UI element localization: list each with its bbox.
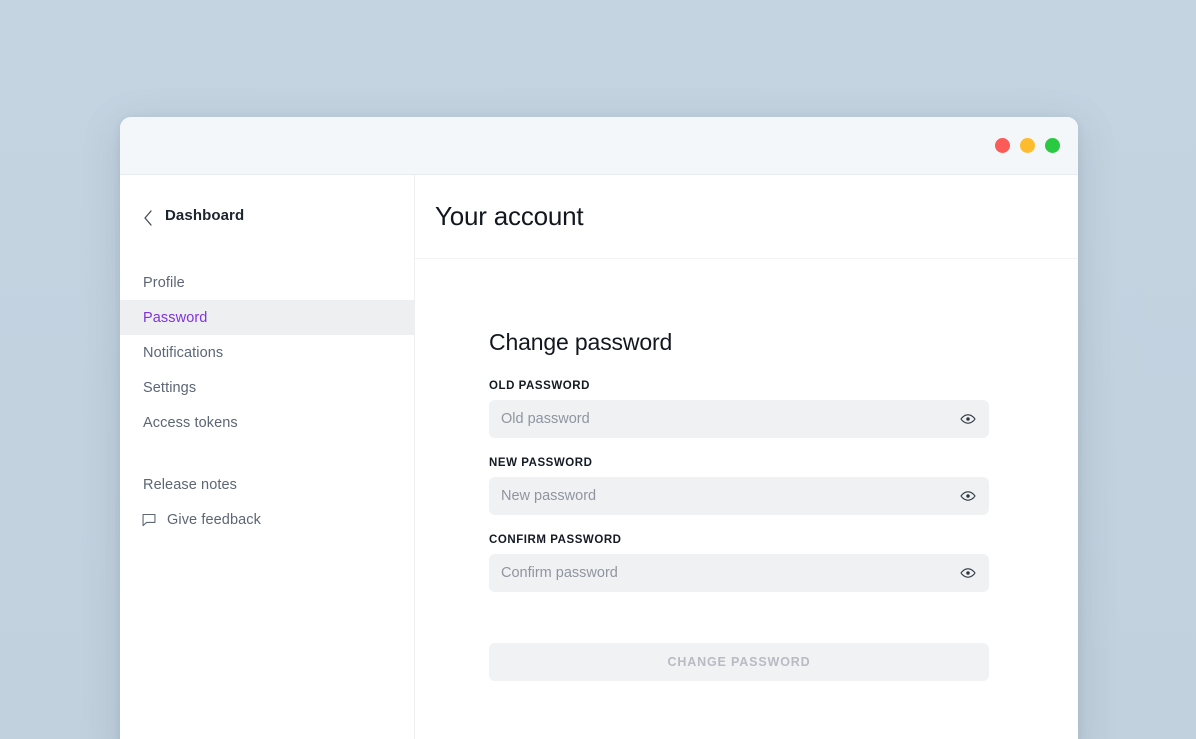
window-titlebar	[120, 117, 1078, 175]
back-to-dashboard-link[interactable]: Dashboard	[120, 201, 414, 229]
new-password-eye-icon[interactable]	[958, 486, 978, 506]
form-title: Change password	[489, 329, 989, 356]
change-password-form: Change password OLD PASSWORD	[489, 329, 989, 681]
speech-bubble-icon	[142, 513, 156, 527]
old-password-input-wrap	[489, 400, 989, 438]
sidebar-item-label: Give feedback	[167, 512, 261, 528]
sidebar-item-profile[interactable]: Profile	[120, 265, 414, 300]
sidebar-item-label: Password	[143, 310, 207, 326]
new-password-input[interactable]	[489, 477, 989, 515]
confirm-password-label: CONFIRM PASSWORD	[489, 534, 989, 546]
field-group-old-password: OLD PASSWORD	[489, 380, 989, 438]
sidebar-item-label: Settings	[143, 380, 196, 396]
main-header: Your account	[415, 175, 1078, 259]
sidebar-item-password[interactable]: Password	[120, 300, 414, 335]
field-group-new-password: NEW PASSWORD	[489, 457, 989, 515]
field-group-confirm-password: CONFIRM PASSWORD	[489, 534, 989, 592]
sidebar-item-label: Profile	[143, 275, 185, 291]
sidebar-item-release-notes[interactable]: Release notes	[120, 467, 414, 502]
main-panel: Your account Change password OLD PASSWOR…	[415, 175, 1078, 739]
back-link-label: Dashboard	[165, 207, 244, 224]
confirm-password-eye-icon[interactable]	[958, 563, 978, 583]
sidebar-nav-divider	[120, 440, 414, 467]
change-password-button[interactable]: CHANGE PASSWORD	[489, 643, 989, 681]
chevron-left-icon	[143, 210, 153, 220]
old-password-input[interactable]	[489, 400, 989, 438]
sidebar-secondary-nav: Release notes Give feedback	[120, 467, 414, 537]
sidebar-item-label: Access tokens	[143, 415, 238, 431]
old-password-eye-icon[interactable]	[958, 409, 978, 429]
page-title: Your account	[435, 201, 583, 232]
sidebar-primary-nav: Profile Password Notifications Settings …	[120, 265, 414, 440]
close-button[interactable]	[995, 138, 1010, 153]
sidebar-item-give-feedback[interactable]: Give feedback	[120, 502, 414, 537]
old-password-label: OLD PASSWORD	[489, 380, 989, 392]
desktop-backdrop: Dashboard Profile Password Notifications…	[0, 0, 1196, 739]
window-controls	[995, 138, 1060, 153]
main-content: Change password OLD PASSWORD	[415, 259, 1078, 739]
sidebar: Dashboard Profile Password Notifications…	[120, 175, 415, 739]
sidebar-item-settings[interactable]: Settings	[120, 370, 414, 405]
sidebar-item-label: Notifications	[143, 345, 223, 361]
maximize-button[interactable]	[1045, 138, 1060, 153]
confirm-password-input-wrap	[489, 554, 989, 592]
app-window: Dashboard Profile Password Notifications…	[120, 117, 1078, 739]
sidebar-item-notifications[interactable]: Notifications	[120, 335, 414, 370]
new-password-input-wrap	[489, 477, 989, 515]
new-password-label: NEW PASSWORD	[489, 457, 989, 469]
confirm-password-input[interactable]	[489, 554, 989, 592]
sidebar-item-access-tokens[interactable]: Access tokens	[120, 405, 414, 440]
window-body: Dashboard Profile Password Notifications…	[120, 175, 1078, 739]
sidebar-item-label: Release notes	[143, 477, 237, 493]
minimize-button[interactable]	[1020, 138, 1035, 153]
